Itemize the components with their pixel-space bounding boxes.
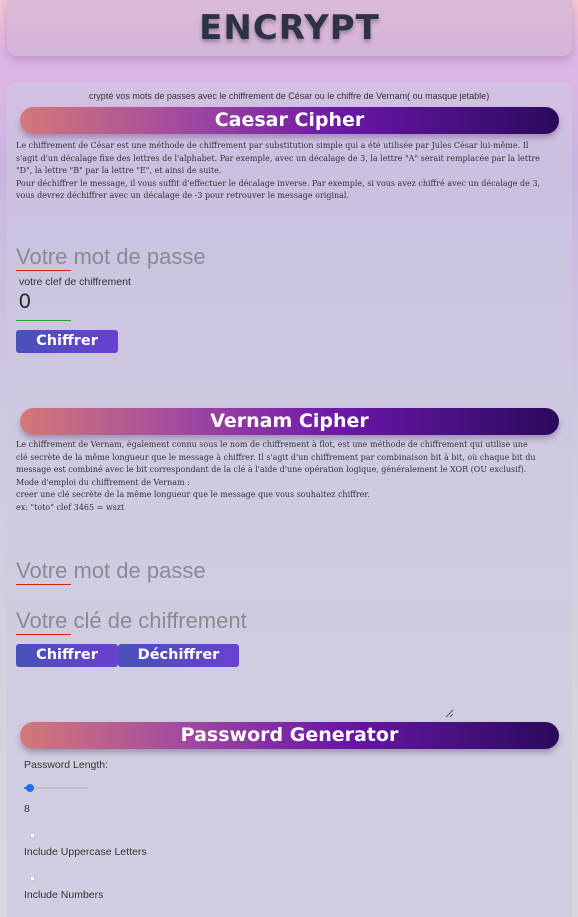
spellcheck-underline bbox=[16, 270, 71, 271]
generator-title-bar: Password Generator bbox=[20, 722, 559, 749]
caesar-key-label: votre clef de chiffrement bbox=[19, 276, 131, 288]
caesar-title-bar: Caesar Cipher bbox=[20, 107, 559, 134]
vernam-desc-line: message est combiné avec le bit correspo… bbox=[16, 465, 527, 474]
caesar-encrypt-button[interactable]: Chiffrer bbox=[16, 330, 118, 353]
vernam-desc-line: Mode d'emploi du chiffrement de Vernam : bbox=[16, 477, 190, 487]
caesar-desc-line: Le chiffrement de César est une méthode … bbox=[16, 141, 529, 150]
vernam-decrypt-button[interactable]: Déchiffrer bbox=[118, 644, 239, 667]
length-value: 8 bbox=[24, 803, 30, 815]
key-input-underline bbox=[16, 320, 71, 321]
caesar-description: Le chiffrement de César est une méthode … bbox=[16, 140, 561, 203]
caesar-key-input[interactable]: 0 bbox=[19, 290, 31, 314]
caesar-desc-line: "D", la lettre "B" par la lettre "E", et… bbox=[16, 166, 222, 175]
length-label: Password Length: bbox=[24, 759, 109, 771]
vernam-title: Vernam Cipher bbox=[210, 410, 369, 432]
vernam-encrypt-button[interactable]: Chiffrer bbox=[16, 644, 118, 667]
vernam-key-input[interactable]: Votre clé de chiffrement bbox=[16, 608, 247, 634]
page-header: ENCRYPT bbox=[7, 0, 572, 56]
caesar-desc-line: vous devrez déchiffrer avec un décalage … bbox=[16, 191, 350, 200]
vernam-title-bar: Vernam Cipher bbox=[20, 408, 559, 435]
vernam-desc-line: creer une clé secrète de la même longueu… bbox=[16, 490, 370, 499]
app-title: ENCRYPT bbox=[199, 8, 380, 48]
vernam-password-input[interactable]: Votre mot de passe bbox=[16, 558, 206, 584]
spellcheck-underline bbox=[16, 584, 71, 585]
numbers-checkbox[interactable] bbox=[30, 876, 35, 881]
caesar-title: Caesar Cipher bbox=[214, 109, 365, 131]
uppercase-label: Include Uppercase Letters bbox=[24, 846, 147, 858]
resize-handle-icon[interactable] bbox=[444, 708, 454, 718]
vernam-desc-line: clé secrète de la même longueur que le m… bbox=[16, 452, 536, 462]
intro-text: crypté vos mots de passes avec le chiffr… bbox=[88, 91, 490, 101]
spellcheck-underline bbox=[16, 634, 71, 635]
vernam-desc-line: Le chiffrement de Vernam, également conn… bbox=[16, 440, 528, 449]
caesar-desc-line: Pour déchiffrer le message, il vous suff… bbox=[16, 178, 541, 188]
numbers-label: Include Numbers bbox=[24, 889, 104, 901]
generator-title: Password Generator bbox=[180, 724, 399, 746]
vernam-desc-line: ex: "toto" clef 3465 = wszt bbox=[16, 502, 125, 512]
uppercase-checkbox[interactable] bbox=[30, 833, 35, 838]
caesar-password-input[interactable]: Votre mot de passe bbox=[16, 244, 206, 270]
caesar-desc-line: s'agit d'un décalage fixe des lettres de… bbox=[16, 153, 540, 163]
vernam-description: Le chiffrement de Vernam, également conn… bbox=[16, 439, 561, 514]
